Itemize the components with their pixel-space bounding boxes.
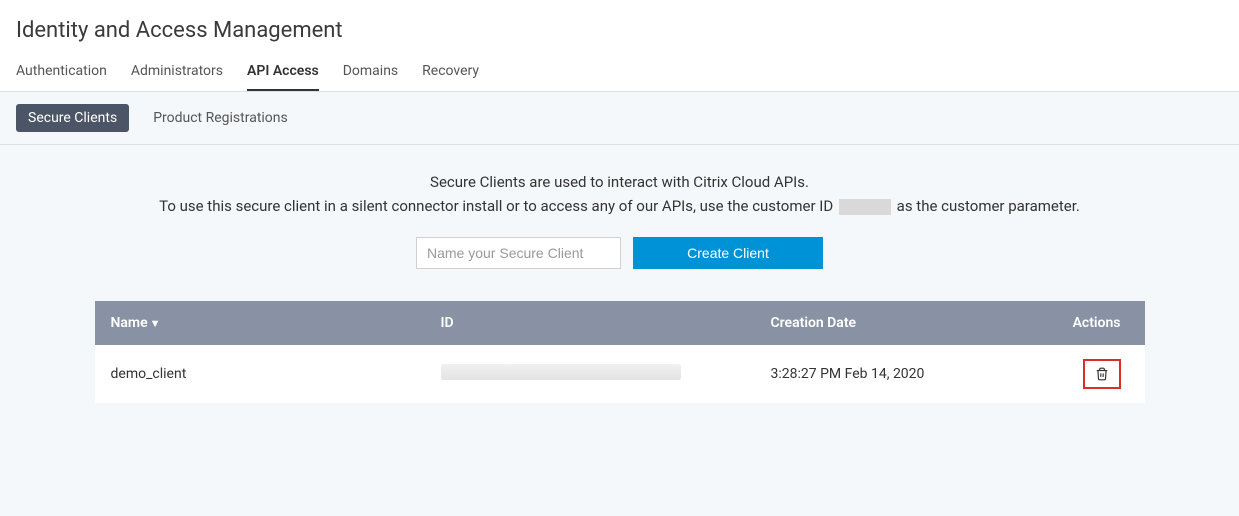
page-title: Identity and Access Management xyxy=(16,18,1223,43)
client-name-input[interactable] xyxy=(416,237,621,269)
sort-down-icon: ▼ xyxy=(150,317,161,330)
col-header-actions: Actions xyxy=(1051,315,1129,331)
col-header-name[interactable]: Name▼ xyxy=(111,315,441,331)
cell-actions xyxy=(1051,359,1129,389)
cell-name: demo_client xyxy=(111,366,441,382)
cell-id xyxy=(441,364,771,384)
clients-table: Name▼ ID Creation Date Actions demo_clie… xyxy=(95,301,1145,403)
main-tabs: Authentication Administrators API Access… xyxy=(16,63,1223,91)
trash-icon xyxy=(1095,367,1109,381)
tab-api-access[interactable]: API Access xyxy=(247,63,319,91)
cell-date: 3:28:27 PM Feb 14, 2020 xyxy=(771,366,1051,382)
col-header-name-label: Name xyxy=(111,315,148,331)
client-id-redacted xyxy=(441,364,681,380)
customer-id-redacted xyxy=(839,199,891,215)
delete-client-button[interactable] xyxy=(1083,359,1121,389)
tab-administrators[interactable]: Administrators xyxy=(131,63,223,91)
intro-line2-prefix: To use this secure client in a silent co… xyxy=(159,197,833,215)
table-row: demo_client 3:28:27 PM Feb 14, 2020 xyxy=(95,345,1145,403)
tab-domains[interactable]: Domains xyxy=(343,63,398,91)
subtab-product-registrations[interactable]: Product Registrations xyxy=(153,110,288,126)
intro-line2-suffix: as the customer parameter. xyxy=(897,197,1080,215)
subtab-secure-clients[interactable]: Secure Clients xyxy=(16,104,129,132)
col-header-id[interactable]: ID xyxy=(441,315,771,331)
intro-line1: Secure Clients are used to interact with… xyxy=(16,173,1223,191)
table-header: Name▼ ID Creation Date Actions xyxy=(95,301,1145,345)
create-client-button[interactable]: Create Client xyxy=(633,237,823,269)
intro-line2: To use this secure client in a silent co… xyxy=(16,197,1223,215)
tab-recovery[interactable]: Recovery xyxy=(422,63,479,91)
col-header-date[interactable]: Creation Date xyxy=(771,315,1051,331)
subtabs: Secure Clients Product Registrations xyxy=(0,92,1239,145)
tab-authentication[interactable]: Authentication xyxy=(16,63,107,91)
